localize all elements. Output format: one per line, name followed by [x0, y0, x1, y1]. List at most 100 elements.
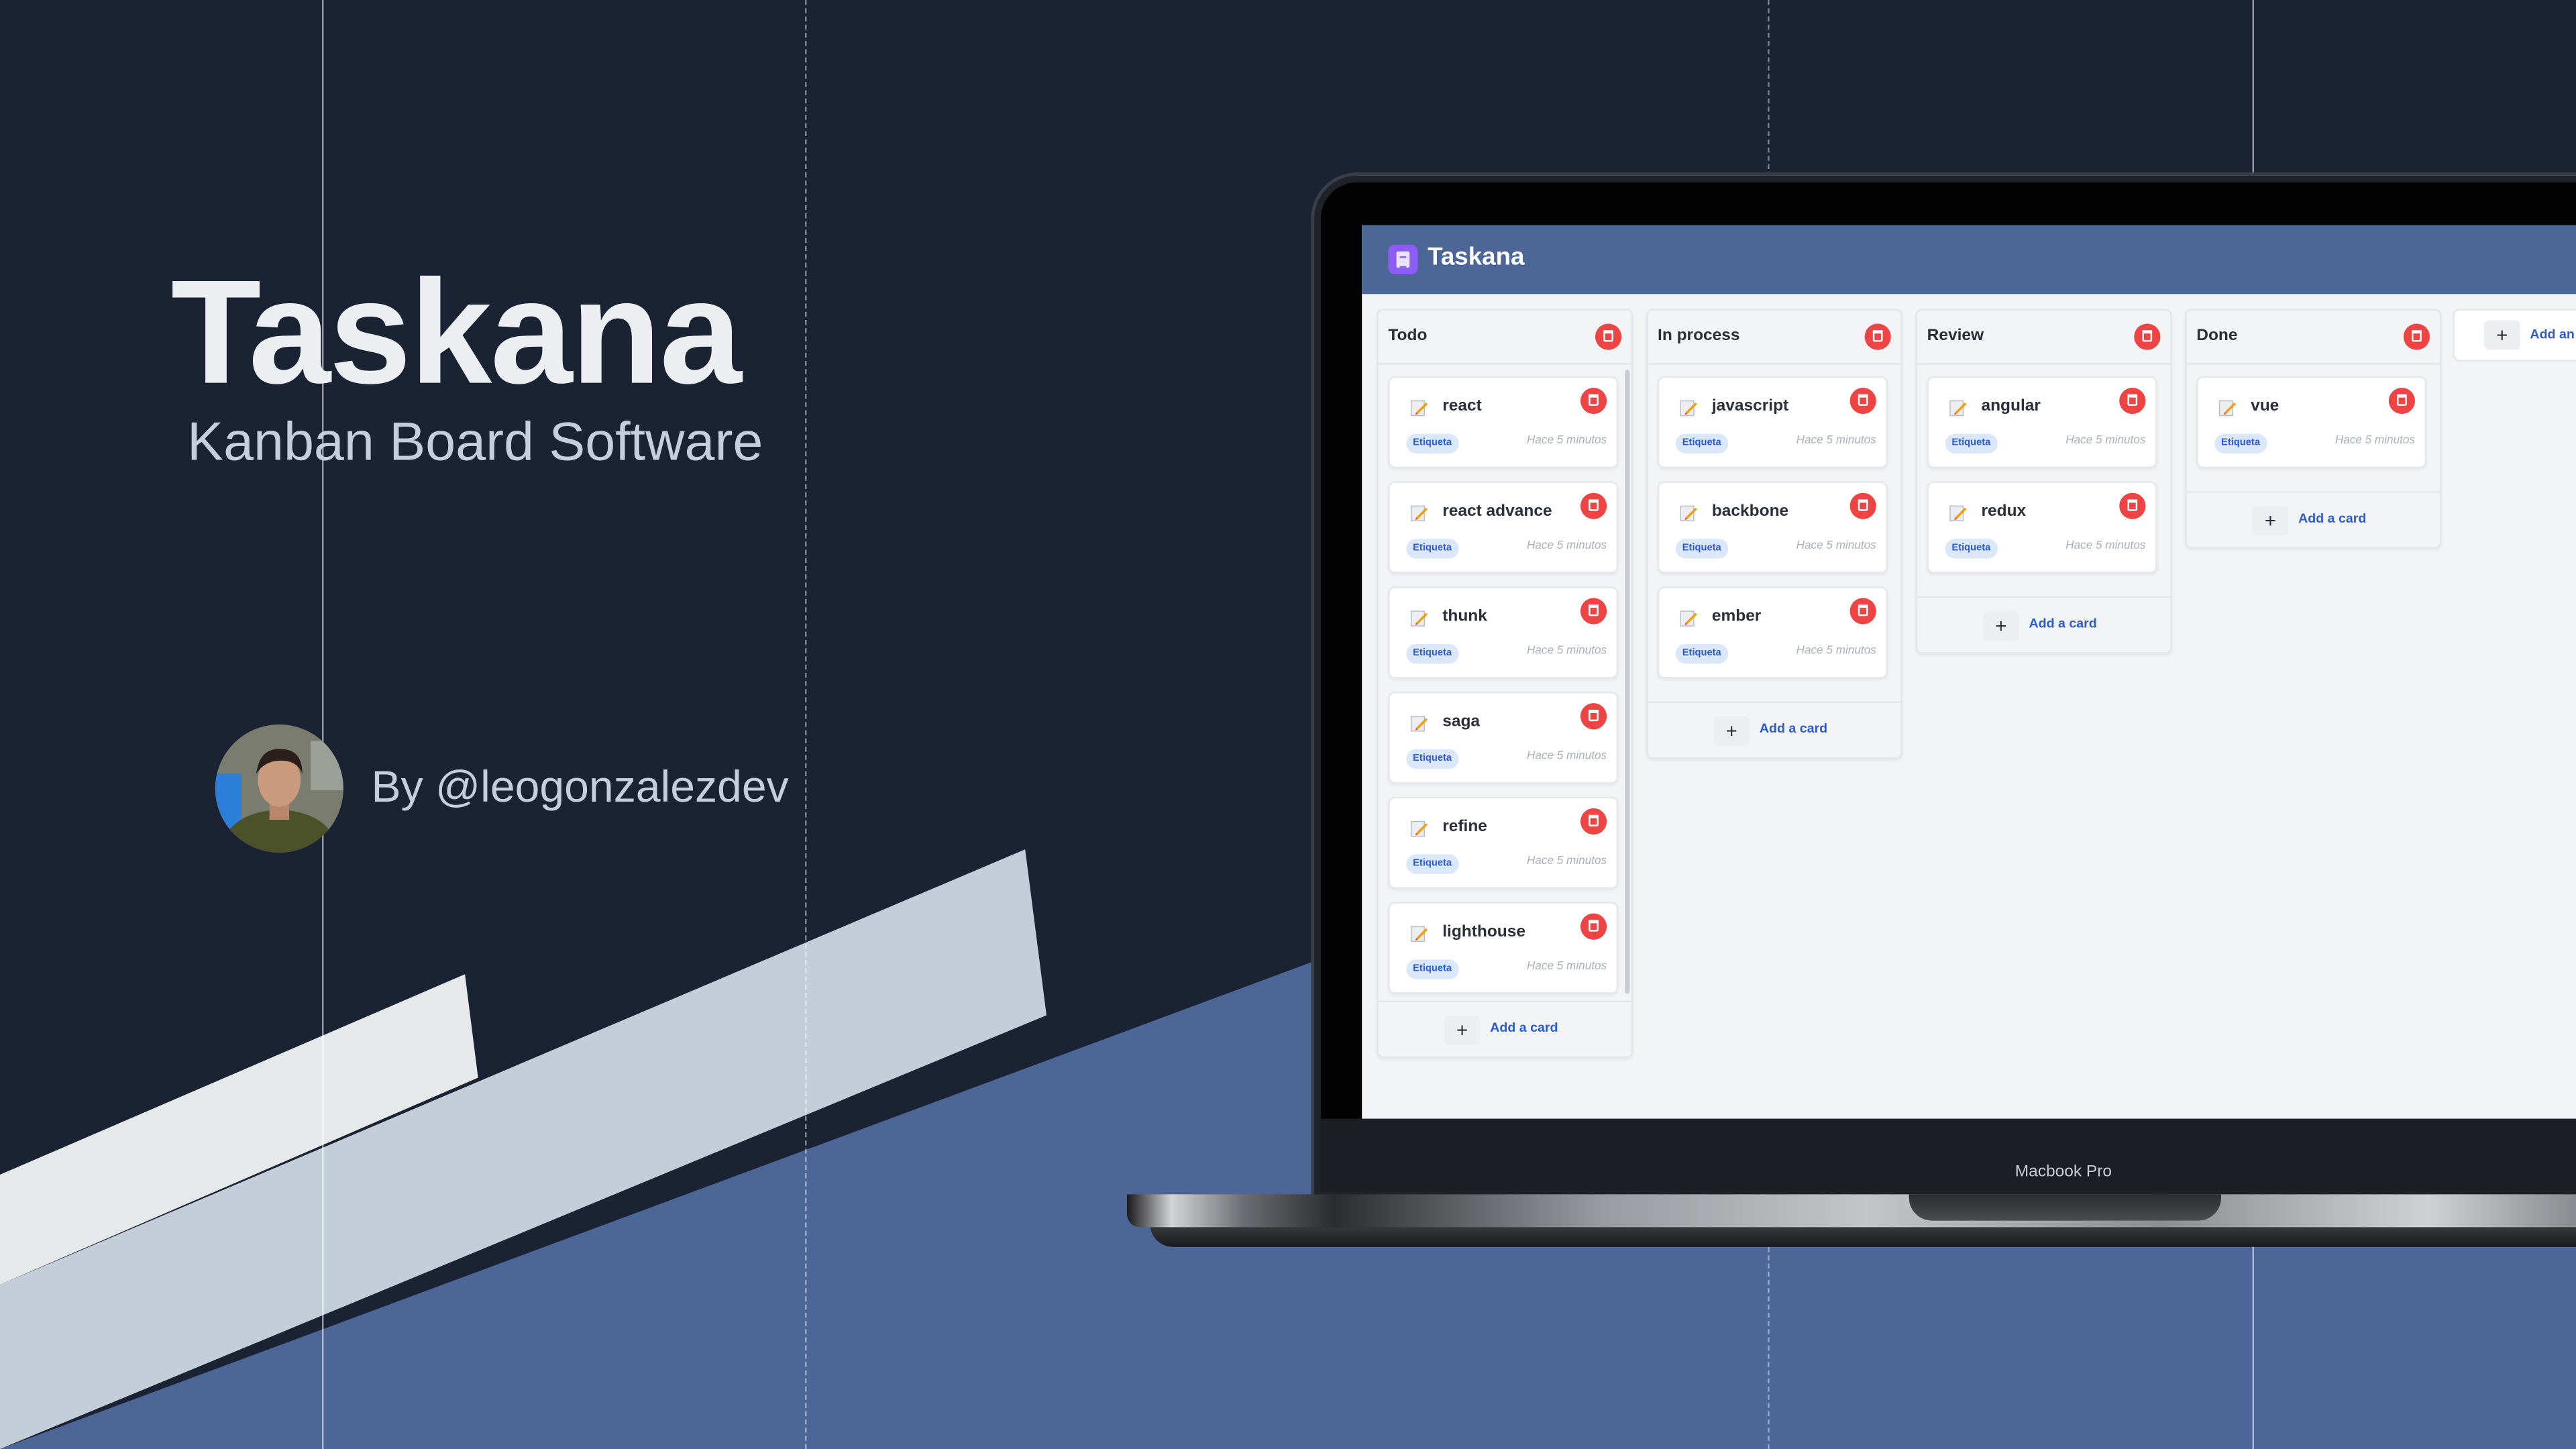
plus-icon: +	[1713, 716, 1750, 746]
card-timestamp: Hace 5 minutos	[1526, 645, 1607, 657]
pencil-note-icon	[1410, 716, 1428, 732]
card-timestamp: Hace 5 minutos	[2065, 540, 2146, 552]
column-scrollbar[interactable]	[1625, 370, 1630, 994]
add-card-label: Add a card	[2029, 616, 2097, 631]
add-card-label: Add a card	[1759, 721, 1828, 737]
card-title: react	[1442, 397, 1482, 416]
card-title: thunk	[1442, 608, 1487, 627]
card-title: lighthouse	[1442, 923, 1526, 942]
plus-icon: +	[1444, 1015, 1481, 1045]
card-title: angular	[1981, 397, 2041, 416]
card[interactable]: refine Etiqueta Hace 5 minutos	[1388, 796, 1619, 889]
laptop-model-label: Macbook Pro	[2015, 1163, 2112, 1181]
card-timestamp: Hace 5 minutos	[1526, 435, 1607, 447]
card-title: vue	[2251, 397, 2279, 416]
card[interactable]: react advance Etiqueta Hace 5 minutos	[1388, 481, 1619, 574]
add-card-button[interactable]: + Add a card	[1648, 701, 1901, 759]
plus-icon: +	[2252, 506, 2289, 536]
tag-badge: Etiqueta	[1406, 959, 1458, 979]
trash-icon[interactable]	[1849, 492, 1876, 519]
add-card-button[interactable]: + Add a card	[1917, 596, 2171, 654]
trash-icon[interactable]	[2403, 323, 2430, 350]
laptop-base-shadow	[1150, 1224, 2576, 1247]
pencil-note-icon	[1680, 505, 1697, 522]
trash-icon[interactable]	[1580, 703, 1607, 730]
pencil-note-icon	[1680, 610, 1697, 627]
trash-icon[interactable]	[1580, 808, 1607, 835]
add-card-button[interactable]: + Add a card	[2186, 491, 2440, 549]
card[interactable]: vue Etiqueta Hace 5 minutos	[2196, 376, 2427, 468]
add-column-button[interactable]: + Add an	[2453, 309, 2576, 362]
trash-icon[interactable]	[2119, 387, 2146, 415]
column-title: Todo	[1388, 327, 1428, 345]
column-header: Review	[1917, 311, 2171, 365]
card[interactable]: saga Etiqueta Hace 5 minutos	[1388, 692, 1619, 784]
card-title: react advance	[1442, 502, 1552, 521]
pencil-note-icon	[1410, 610, 1428, 627]
card[interactable]: javascript Etiqueta Hace 5 minutos	[1658, 376, 1888, 468]
card[interactable]: ember Etiqueta Hace 5 minutos	[1658, 586, 1888, 679]
pencil-note-icon	[1949, 505, 1967, 522]
add-card-button[interactable]: + Add a card	[1378, 1000, 1631, 1058]
trash-icon[interactable]	[1849, 387, 1876, 415]
guide-line	[322, 0, 324, 1449]
promo-banner: Taskana Kanban Board Software By @leogon…	[0, 0, 2576, 1449]
column-done: Done vue Etiqueta Hace 5 minutos + Add a…	[2185, 309, 2442, 549]
tag-badge: Etiqueta	[1945, 433, 1998, 453]
author-byline: By @leogonzalezdev	[371, 762, 789, 812]
add-card-label: Add a card	[1490, 1020, 1558, 1035]
pencil-note-icon	[1680, 400, 1697, 417]
card[interactable]: redux Etiqueta Hace 5 minutos	[1927, 481, 2157, 574]
card-title: refine	[1442, 818, 1487, 837]
laptop-notch	[1909, 1194, 2222, 1221]
card-title: backbone	[1711, 502, 1789, 521]
card-title: javascript	[1711, 397, 1789, 416]
card[interactable]: thunk Etiqueta Hace 5 minutos	[1388, 586, 1619, 679]
column-in-process: In process javascript Etiqueta Hace 5 mi…	[1646, 309, 1902, 759]
trash-icon[interactable]	[2119, 492, 2146, 519]
card-timestamp: Hace 5 minutos	[1526, 961, 1607, 973]
tag-badge: Etiqueta	[1675, 539, 1728, 559]
trash-icon[interactable]	[1580, 387, 1607, 415]
author-avatar	[215, 724, 343, 853]
pencil-note-icon	[1410, 820, 1428, 837]
column-header: Done	[2186, 311, 2440, 365]
notebook-icon	[1388, 244, 1418, 274]
app-title: Taskana	[1428, 243, 1525, 272]
card[interactable]: angular Etiqueta Hace 5 minutos	[1927, 376, 2157, 468]
laptop-base	[1127, 1194, 2576, 1228]
trash-icon[interactable]	[1595, 323, 1622, 350]
column-header: Todo	[1378, 311, 1631, 365]
trash-icon[interactable]	[1580, 598, 1607, 625]
card-timestamp: Hace 5 minutos	[1796, 540, 1876, 552]
trash-icon[interactable]	[1580, 913, 1607, 940]
card-title: saga	[1442, 712, 1481, 731]
tag-badge: Etiqueta	[1406, 644, 1458, 664]
app-header: Taskana	[1362, 225, 2576, 294]
card[interactable]: backbone Etiqueta Hace 5 minutos	[1658, 481, 1888, 574]
guide-line	[805, 0, 807, 1449]
column-review: Review angular Etiqueta Hace 5 minutos r…	[1915, 309, 2172, 654]
column-title: Review	[1927, 327, 1984, 345]
tag-badge: Etiqueta	[1406, 749, 1458, 769]
trash-icon[interactable]	[2134, 323, 2161, 350]
tag-badge: Etiqueta	[1945, 539, 1998, 559]
trash-icon[interactable]	[2388, 387, 2416, 415]
pencil-note-icon	[1410, 505, 1428, 522]
trash-icon[interactable]	[1580, 492, 1607, 519]
pencil-note-icon	[1410, 400, 1428, 417]
tag-badge: Etiqueta	[1675, 644, 1728, 664]
card-timestamp: Hace 5 minutos	[1526, 855, 1607, 868]
card[interactable]: react Etiqueta Hace 5 minutos	[1388, 376, 1619, 468]
pencil-note-icon	[2218, 400, 2237, 417]
taskana-app: Taskana Todo react Etiqueta Hace 5 minut…	[1362, 225, 2576, 1119]
add-card-label: Add a card	[2298, 511, 2367, 526]
plus-icon: +	[2483, 320, 2520, 350]
card[interactable]: lighthouse Etiqueta Hace 5 minutos	[1388, 902, 1619, 994]
tag-badge: Etiqueta	[1406, 539, 1458, 559]
column-todo: Todo react Etiqueta Hace 5 minutos react…	[1377, 309, 1633, 1059]
trash-icon[interactable]	[1864, 323, 1891, 350]
card-title: redux	[1981, 502, 2027, 521]
trash-icon[interactable]	[1849, 598, 1876, 625]
hero-title: Taskana	[170, 251, 742, 416]
